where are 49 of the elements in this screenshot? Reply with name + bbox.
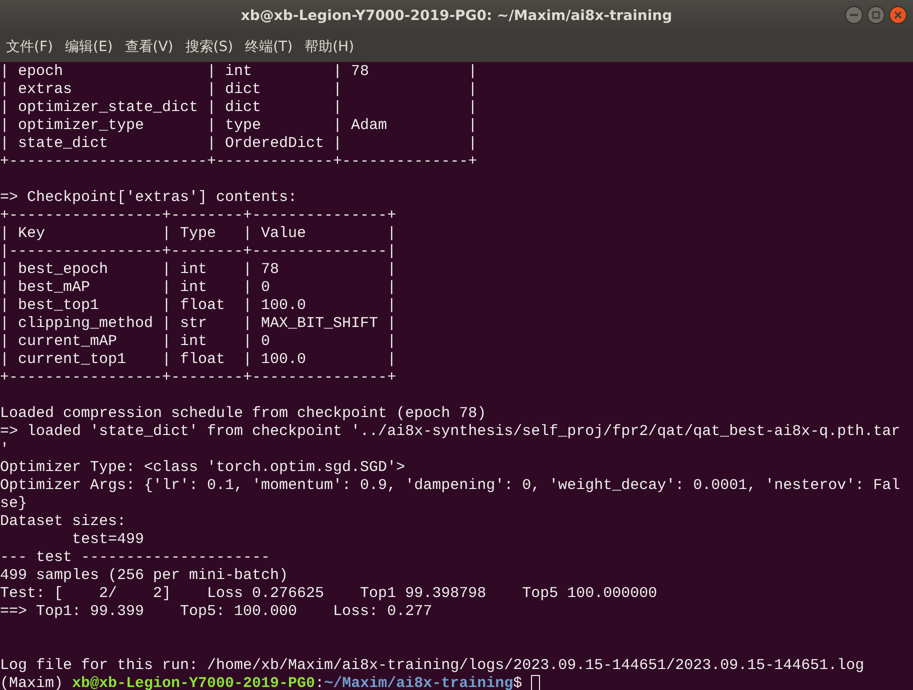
close-icon (894, 11, 902, 19)
terminal-line: => loaded 'state_dict' from checkpoint '../ai8x-synthesis/self_proj/fpr2/qat/qat_best-ai8x-q.pth.tar (0, 423, 900, 440)
minimize-icon (850, 14, 858, 16)
prompt-text: : (315, 675, 324, 690)
terminal-line: --- test --------------------- (0, 549, 270, 566)
prompt-path: ~/Maxim/ai8x-training (324, 675, 514, 690)
minimize-button[interactable] (845, 6, 863, 24)
terminal-line: ==> Top1: 99.399 Top5: 100.000 Loss: 0.277 (0, 603, 432, 620)
menu-item[interactable]: 终端(T) (245, 36, 293, 58)
terminal-line: Optimizer Args: {'lr': 0.1, 'momentum': 0.9, 'dampening': 0, 'weight_decay': 0.0001, 'nesterov': Fal (0, 477, 900, 494)
terminal-line: | Key | Type | Value | (0, 225, 396, 242)
terminal-line: Dataset sizes: (0, 513, 126, 530)
terminal-line: | optimizer_type | type | Adam | (0, 117, 478, 134)
close-button[interactable] (889, 6, 907, 24)
terminal-line: => Checkpoint['extras'] contents: (0, 189, 298, 206)
terminal-line: ' (0, 441, 10, 458)
terminal-line: | current_top1 | float | 100.0 | (0, 351, 396, 368)
terminal-line: test=499 (71, 531, 144, 548)
terminal-line: | extras | dict | | (0, 81, 478, 98)
menu-item[interactable]: 帮助(H) (304, 36, 354, 58)
maximize-button[interactable] (867, 6, 885, 24)
terminal-line: Test: [ 2/ 2] Loss 0.276625 Top1 99.398798 Top5 100.000000 (0, 585, 658, 602)
prompt-text: $ (513, 675, 524, 690)
terminal-line: +----------------------+-------------+--------------+ (0, 153, 478, 170)
menu-item[interactable]: 文件(F) (6, 36, 53, 58)
cursor (531, 675, 540, 690)
terminal-line: |-----------------+--------+---------------| (0, 243, 396, 260)
terminal-line: | optimizer_state_dict | dict | | (0, 99, 478, 116)
terminal-line: | current_mAP | int | 0 | (0, 333, 396, 350)
terminal-line: +-----------------+--------+---------------+ (0, 369, 396, 386)
terminal-line: | epoch | int | 78 | (0, 63, 478, 80)
terminal-line: +-----------------+--------+---------------+ (0, 207, 396, 224)
window-title: xb@xb-Legion-Y7000-2019-PG0: ~/Maxim/ai8x-training (240, 6, 672, 26)
menu-item[interactable]: 搜索(S) (185, 36, 234, 58)
terminal-line: Loaded compression schedule from checkpoint (epoch 78) (0, 405, 486, 422)
terminal-line: | best_epoch | int | 78 | (0, 261, 396, 278)
maximize-icon (872, 11, 880, 19)
prompt-text: (Maxim) (0, 675, 64, 690)
prompt-user-host: xb@xb-Legion-Y7000-2019-PG0 (72, 675, 316, 690)
terminal-line: | best_top1 | float | 100.0 | (0, 297, 396, 314)
terminal-line: | clipping_method | str | MAX_BIT_SHIFT | (0, 315, 396, 332)
menu-item[interactable]: 编辑(E) (64, 36, 113, 58)
terminal-line: Optimizer Type: <class 'torch.optim.sgd.SGD'> (0, 459, 406, 476)
terminal-line: se} (0, 495, 28, 512)
terminal-line: 499 samples (256 per mini-batch) (0, 567, 288, 584)
terminal-line: Log file for this run: /home/xb/Maxim/ai8x-training/logs/2023.09.15-144651/2023.09.15-144651.log (0, 657, 864, 674)
menu-item[interactable]: 查看(V) (124, 36, 174, 58)
terminal-line: | best_mAP | int | 0 | (0, 279, 396, 296)
terminal-line: | state_dict | OrderedDict | | (0, 135, 478, 152)
